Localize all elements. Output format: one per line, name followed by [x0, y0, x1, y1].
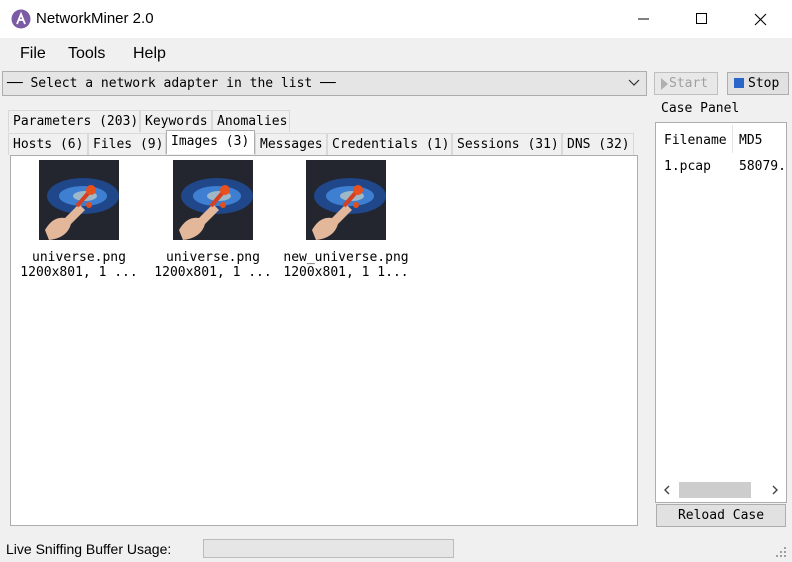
image-thumbnail	[306, 160, 386, 240]
start-button-label: Start	[669, 76, 709, 91]
image-info: 1200x801, 1 ...	[20, 265, 138, 280]
image-info: 1200x801, 1 1...	[283, 265, 409, 280]
column-header-filename[interactable]: Filename	[664, 133, 727, 148]
image-item[interactable]: universe.png 1200x801, 1 ...	[14, 160, 144, 280]
column-header-md5[interactable]: MD5	[739, 133, 762, 148]
horizontal-scrollbar[interactable]	[655, 480, 787, 500]
menu-file[interactable]: File	[20, 45, 46, 63]
column-divider	[732, 125, 733, 153]
menu-help[interactable]: Help	[133, 45, 166, 63]
menu-tools[interactable]: Tools	[68, 45, 105, 63]
buffer-usage-progress	[203, 539, 454, 558]
close-button[interactable]	[731, 0, 789, 38]
case-panel-title: Case Panel	[660, 101, 741, 116]
minimize-icon	[638, 18, 649, 20]
case-file-md5[interactable]: 58079.	[739, 159, 786, 174]
tab-anomalies[interactable]: Anomalies	[212, 110, 290, 132]
title-bar: NetworkMiner 2.0	[0, 0, 792, 38]
tab-parameters[interactable]: Parameters (203)	[8, 110, 140, 132]
stop-icon	[734, 78, 744, 88]
stop-button[interactable]: Stop	[727, 72, 789, 95]
reload-case-button[interactable]: Reload Case	[656, 504, 786, 527]
chevron-right-icon[interactable]	[771, 485, 779, 495]
image-thumbnail	[173, 160, 253, 240]
image-item[interactable]: new_universe.png 1200x801, 1 1...	[281, 160, 411, 280]
tab-dns[interactable]: DNS (32)	[562, 133, 634, 155]
close-icon	[754, 13, 766, 25]
maximize-button[interactable]	[673, 0, 731, 38]
chevron-left-icon[interactable]	[663, 485, 671, 495]
image-item[interactable]: universe.png 1200x801, 1 ...	[148, 160, 278, 280]
scrollbar-thumb[interactable]	[679, 482, 751, 498]
image-thumbnail	[39, 160, 119, 240]
image-info: 1200x801, 1 ...	[154, 265, 272, 280]
tab-messages[interactable]: Messages	[255, 133, 327, 155]
start-button[interactable]: Start	[654, 72, 718, 95]
buffer-usage-label: Live Sniffing Buffer Usage:	[6, 541, 172, 557]
image-filename: universe.png	[32, 250, 126, 265]
tab-files[interactable]: Files (9)	[88, 133, 166, 155]
tab-credentials[interactable]: Credentials (1)	[327, 133, 452, 155]
tab-images[interactable]: Images (3)	[166, 130, 255, 154]
images-panel: universe.png 1200x801, 1 ... universe.pn…	[10, 155, 638, 526]
tab-hosts[interactable]: Hosts (6)	[8, 133, 88, 155]
image-filename: universe.png	[166, 250, 260, 265]
stop-button-label: Stop	[748, 76, 780, 91]
case-file-name[interactable]: 1.pcap	[664, 159, 711, 174]
chevron-down-icon	[628, 79, 640, 86]
menu-bar: File Tools Help	[0, 38, 792, 70]
case-panel-list[interactable]: Filename MD5 1.pcap 58079.	[655, 122, 787, 503]
tab-keywords[interactable]: Keywords	[140, 110, 212, 132]
resize-grip-icon[interactable]	[774, 545, 788, 559]
maximize-icon	[696, 13, 707, 24]
tab-sessions[interactable]: Sessions (31)	[452, 133, 562, 155]
play-icon	[661, 77, 668, 90]
app-logo-icon	[11, 9, 31, 29]
adapter-select-value: ── Select a network adapter in the list …	[7, 76, 336, 91]
image-filename: new_universe.png	[283, 250, 409, 265]
minimize-button[interactable]	[615, 0, 673, 38]
window-title: NetworkMiner 2.0	[36, 10, 154, 27]
adapter-select[interactable]: ── Select a network adapter in the list …	[2, 71, 647, 96]
